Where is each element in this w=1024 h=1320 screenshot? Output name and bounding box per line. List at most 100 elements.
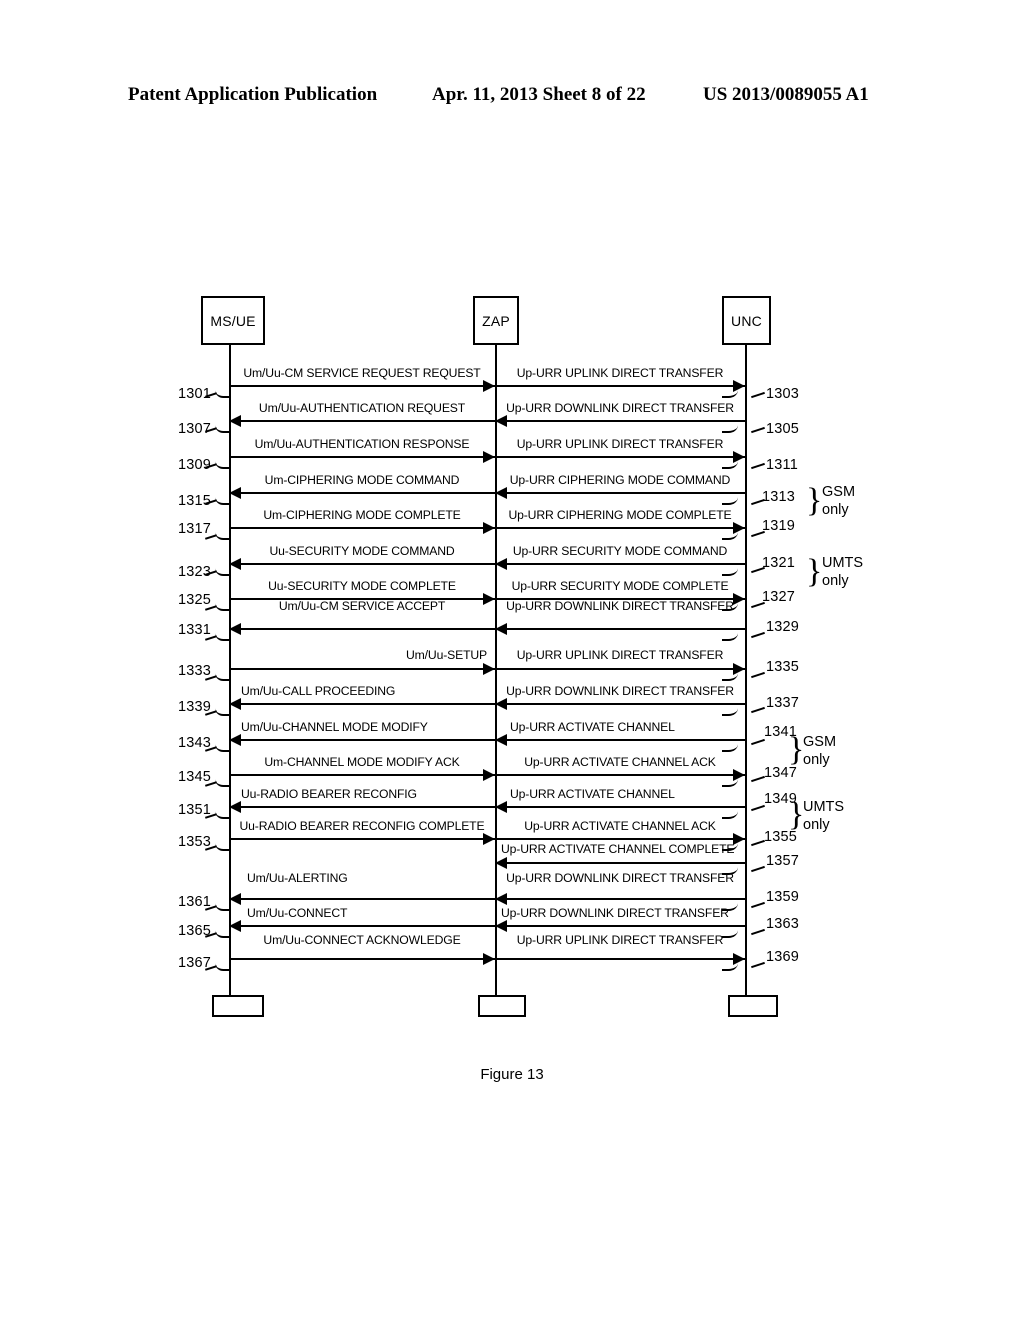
group-label-line2-gsm-channel: only — [803, 752, 830, 769]
message-label-left-10: Um/Uu-CHANNEL MODE MODIFY — [241, 720, 428, 734]
ref-num-1339: 1339 — [178, 699, 212, 715]
ref-lead-right-1 — [751, 426, 765, 434]
ref-num-1315: 1315 — [178, 493, 212, 509]
ref-hook-right-8 — [722, 668, 738, 681]
message-line-right-8 — [495, 668, 745, 670]
message-label-right-1: Up-URR DOWNLINK DIRECT TRANSFER — [506, 401, 734, 415]
message-line-right-14 — [495, 862, 745, 864]
ref-num-1319: 1319 — [762, 518, 796, 534]
ref-lead-right-10 — [751, 738, 765, 746]
group-brace-umts-security: } — [806, 553, 823, 590]
message-label-right-12: Up-URR ACTIVATE CHANNEL — [510, 787, 675, 801]
ref-lead-right-17 — [751, 961, 765, 969]
message-line-left-11 — [229, 774, 495, 776]
message-label-left-12: Uu-RADIO BEARER RECONFIG — [241, 787, 417, 801]
ref-hook-left-3 — [215, 492, 229, 505]
group-label-umts-bearer: UMTS only — [803, 798, 844, 834]
actor-label-ms-ue: MS/UE — [210, 312, 256, 329]
message-line-right-5 — [495, 563, 745, 565]
ref-num-1363: 1363 — [766, 916, 800, 932]
ref-lead-right-14 — [751, 865, 765, 873]
ref-hook-left-4 — [215, 527, 229, 540]
message-line-right-7 — [495, 628, 745, 630]
ref-num-1351: 1351 — [178, 802, 212, 818]
message-line-left-10 — [229, 739, 495, 741]
message-label-right-13: Up-URR ACTIVATE CHANNEL ACK — [524, 819, 716, 833]
message-label-right-4: Up-URR CIPHERING MODE COMPLETE — [508, 508, 732, 522]
group-label-line1-gsm-channel: GSM — [803, 734, 837, 750]
foot-box-ms-ue — [212, 995, 264, 1017]
ref-num-1305: 1305 — [766, 421, 800, 437]
ref-hook-right-2 — [722, 456, 738, 469]
actor-label-unc: UNC — [731, 312, 762, 329]
ref-num-1313: 1313 — [762, 489, 796, 505]
actor-label-zap: ZAP — [482, 312, 510, 329]
message-arrow-left-7 — [229, 623, 241, 635]
ref-num-1309: 1309 — [178, 457, 212, 473]
foot-box-unc — [728, 995, 778, 1017]
group-label-gsm-channel: GSM only — [803, 733, 836, 769]
message-arrow-right-15 — [495, 893, 507, 905]
ref-hook-right-7 — [722, 628, 738, 641]
message-line-right-12 — [495, 806, 745, 808]
message-arrow-left-16 — [229, 920, 241, 932]
ref-num-1359: 1359 — [766, 889, 800, 905]
actor-box-zap: ZAP — [473, 296, 519, 345]
message-arrow-left-8 — [483, 663, 495, 675]
ref-lead-right-2 — [751, 462, 765, 470]
message-label-right-8: Up-URR UPLINK DIRECT TRANSFER — [516, 648, 724, 662]
ref-hook-right-10 — [722, 739, 738, 752]
ref-hook-left-7 — [215, 628, 229, 641]
ref-lead-right-7 — [751, 631, 765, 639]
message-line-right-13 — [495, 838, 745, 840]
message-label-right-2: Up-URR UPLINK DIRECT TRANSFER — [516, 437, 724, 451]
message-label-left-16: Um/Uu-CONNECT — [247, 906, 348, 920]
message-line-left-16 — [229, 925, 495, 927]
message-line-right-15 — [495, 898, 745, 900]
ref-hook-right-11 — [722, 774, 738, 787]
message-arrow-right-12 — [495, 801, 507, 813]
message-label-left-0: Um/Uu-CM SERVICE REQUEST REQUEST — [243, 366, 481, 380]
figure-caption: Figure 13 — [480, 1066, 544, 1083]
message-label-right-16: Up-URR DOWNLINK DIRECT TRANSFER — [501, 906, 729, 920]
ref-hook-right-12 — [722, 806, 738, 819]
message-arrow-left-13 — [483, 833, 495, 845]
ref-hook-left-8 — [215, 668, 229, 681]
ref-num-1369: 1369 — [766, 949, 800, 965]
group-label-line2-umts-security: only — [822, 573, 849, 590]
message-arrow-left-11 — [483, 769, 495, 781]
ref-hook-left-1 — [215, 420, 229, 433]
message-label-right-10: Up-URR ACTIVATE CHANNEL — [510, 720, 675, 734]
message-label-left-15: Um/Uu-ALERTING — [247, 871, 348, 885]
actor-box-unc: UNC — [722, 296, 771, 345]
message-line-left-9 — [229, 703, 495, 705]
ref-num-1367: 1367 — [178, 955, 212, 971]
ref-hook-left-10 — [215, 739, 229, 752]
message-line-left-8 — [229, 668, 495, 670]
message-label-right-5: Up-URR SECURITY MODE COMMAND — [512, 544, 728, 558]
message-label-right-3: Up-URR CIPHERING MODE COMMAND — [509, 473, 731, 487]
message-label-right-14: Up-URR ACTIVATE CHANNEL COMPLETE — [501, 842, 735, 856]
ref-hook-left-13 — [215, 838, 229, 851]
message-line-right-1 — [495, 420, 745, 422]
ref-lead-right-0 — [751, 391, 765, 399]
group-label-umts-security: UMTS only — [822, 554, 863, 590]
ref-lead-right-15 — [751, 901, 765, 909]
lifeline-unc — [745, 345, 747, 995]
group-label-line2-gsm-ciphering: only — [822, 502, 849, 519]
message-label-left-7: Um/Uu-CM SERVICE ACCEPT — [278, 599, 446, 613]
ref-hook-right-3 — [722, 492, 738, 505]
message-arrow-left-4 — [483, 522, 495, 534]
ref-hook-left-11 — [215, 774, 229, 787]
ref-num-1331: 1331 — [178, 622, 212, 638]
ref-hook-left-5 — [215, 563, 229, 576]
message-line-left-2 — [229, 456, 495, 458]
message-label-left-17: Um/Uu-CONNECT ACKNOWLEDGE — [263, 933, 461, 947]
ref-num-1365: 1365 — [178, 923, 212, 939]
message-label-left-5: Uu-SECURITY MODE COMMAND — [269, 544, 455, 558]
ref-hook-right-0 — [722, 385, 738, 398]
ref-hook-left-2 — [215, 456, 229, 469]
message-label-right-15: Up-URR DOWNLINK DIRECT TRANSFER — [506, 871, 734, 885]
ref-hook-left-16 — [215, 925, 229, 938]
message-label-right-17: Up-URR UPLINK DIRECT TRANSFER — [516, 933, 724, 947]
